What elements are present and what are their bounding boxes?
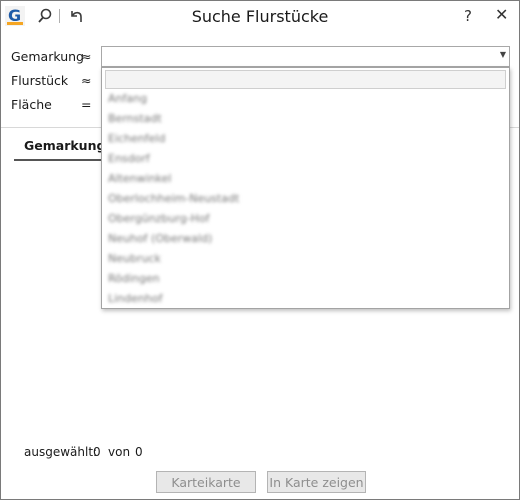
of-label: von [108, 445, 131, 459]
selected-count: 0 [93, 445, 101, 459]
title-bar: G Suche Flurstücke ? ✕ [1, 1, 519, 33]
flurstueck-operator[interactable]: ≈ [81, 73, 91, 88]
flaeche-label: Fläche [11, 97, 52, 112]
gemarkung-combobox[interactable]: ▼ [101, 46, 510, 67]
tab-active-indicator [14, 159, 104, 161]
close-button[interactable]: ✕ [495, 5, 508, 24]
dropdown-option[interactable]: Ensdorf [108, 152, 150, 166]
selected-label: ausgewählt: [24, 445, 98, 459]
search-parcels-window: G Suche Flurstücke ? ✕ Gemarkung ≈ Flurs… [0, 0, 520, 500]
karteikarte-button[interactable]: Karteikarte [156, 471, 256, 493]
dropdown-option[interactable]: Neubruck [108, 252, 161, 266]
tab-gemarkung[interactable]: Gemarkung [14, 138, 106, 160]
flurstueck-label: Flurstück [11, 73, 69, 88]
dropdown-option[interactable]: Lindenhof [108, 292, 162, 306]
dropdown-option[interactable]: Oberlochheim-Neustadt [108, 192, 239, 206]
window-title: Suche Flurstücke [191, 7, 329, 26]
dropdown-option[interactable]: Altenwinkel [108, 172, 171, 186]
dropdown-option[interactable]: Bernstadt [108, 112, 162, 126]
dropdown-option[interactable]: Rödingen [108, 272, 160, 286]
tab-gemarkung-label: Gemarkung [24, 138, 106, 153]
show-on-map-button[interactable]: In Karte zeigen [267, 471, 366, 493]
flaeche-operator[interactable]: = [81, 97, 91, 112]
dropdown-option[interactable]: Eichenfeld [108, 132, 165, 146]
dropdown-option[interactable]: Neuhof (Oberwald) [108, 232, 212, 246]
total-count: 0 [135, 445, 143, 459]
dropdown-option-empty[interactable] [105, 70, 506, 89]
chevron-down-icon[interactable]: ▼ [500, 50, 506, 59]
dropdown-option[interactable]: Anfang [108, 92, 147, 106]
help-button[interactable]: ? [464, 7, 472, 25]
gemarkung-operator[interactable]: ≈ [81, 49, 91, 64]
gemarkung-label: Gemarkung [11, 49, 84, 64]
gemarkung-dropdown-list[interactable]: Anfang Bernstadt Eichenfeld Ensdorf Alte… [101, 67, 510, 309]
dropdown-option[interactable]: Obergünzburg-Hof [108, 212, 210, 226]
